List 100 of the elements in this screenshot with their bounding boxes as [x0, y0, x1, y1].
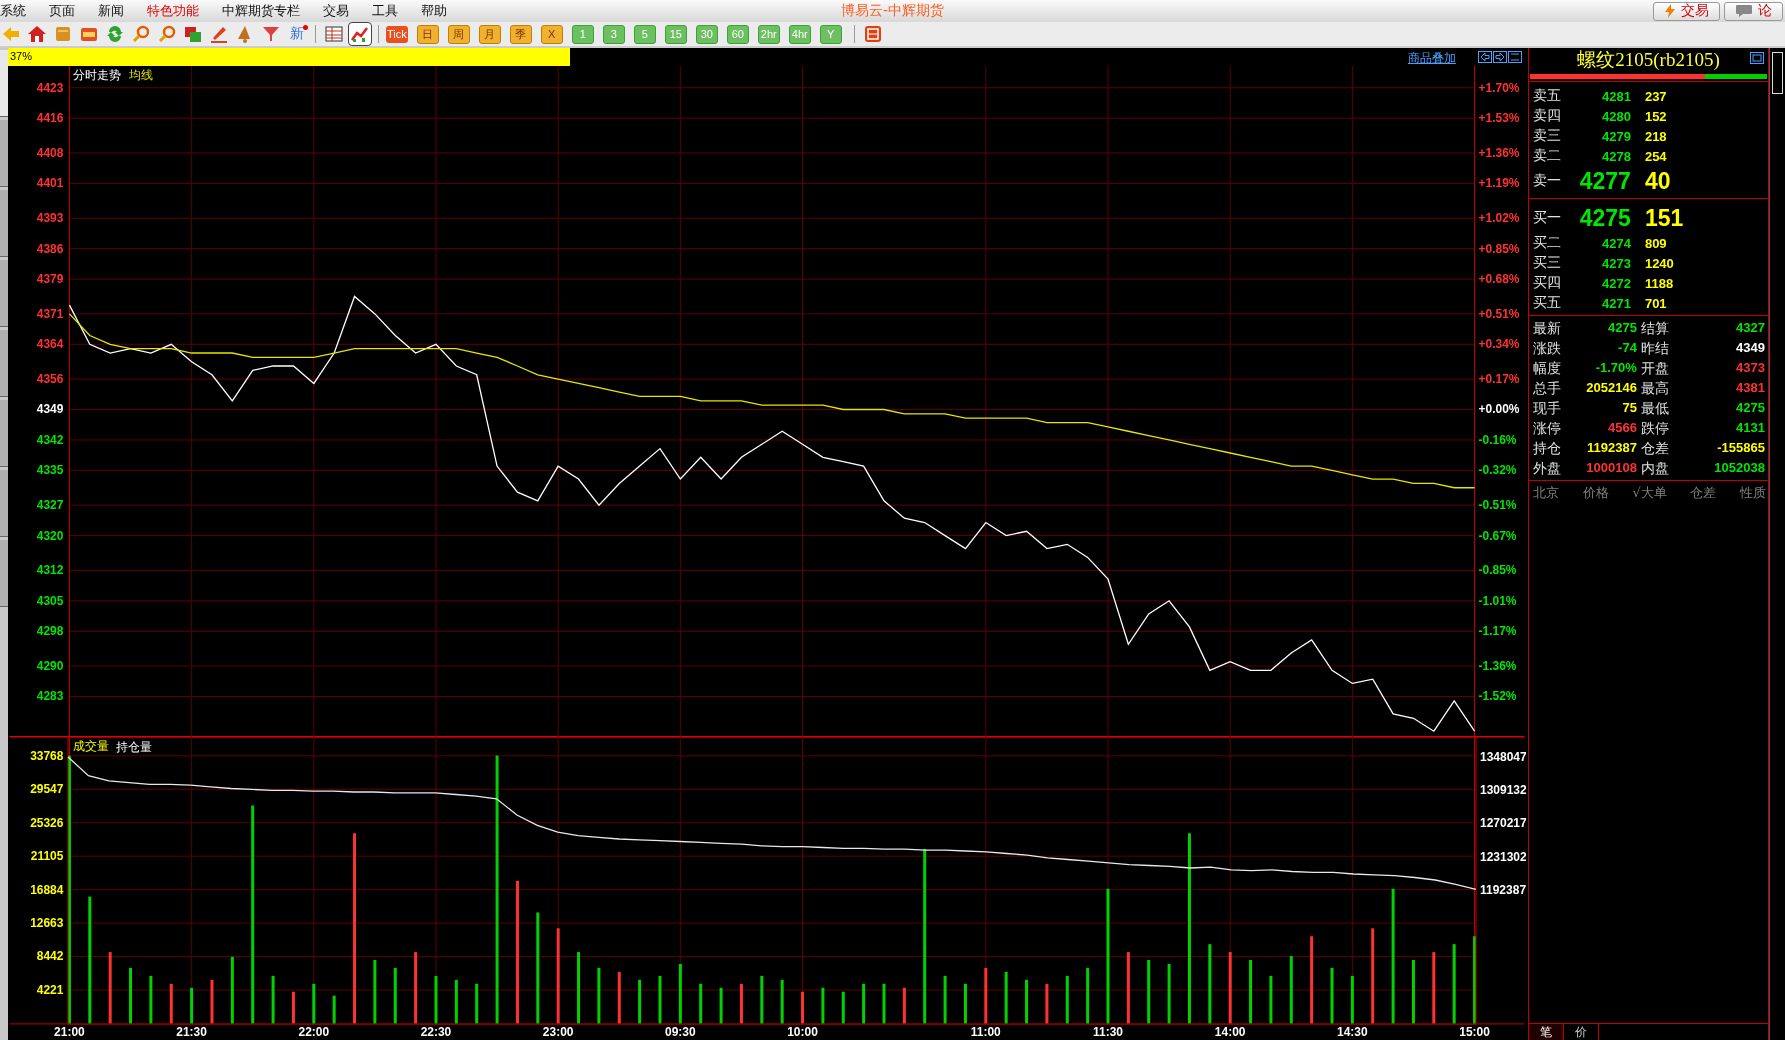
period-button[interactable]: X: [540, 24, 563, 44]
level-label: 买三: [1531, 254, 1562, 272]
window-title: 博易云-中辉期货: [840, 2, 945, 20]
volume-bar: [1086, 967, 1090, 1024]
zoom-in-icon[interactable]: [130, 23, 152, 45]
forum-button[interactable]: 论: [1724, 1, 1783, 21]
speech-bubble-icon: [1735, 4, 1753, 18]
volume-bar: [638, 979, 642, 1024]
price-label: 4423: [36, 80, 64, 95]
volume-label: 12663: [30, 915, 64, 930]
overlay-link[interactable]: 商品叠加: [1407, 50, 1456, 67]
price-label: 4335: [36, 463, 64, 478]
open-interest-label: 1192387: [1479, 882, 1526, 897]
legend-label: 均线: [129, 67, 154, 82]
volume-bar: [1248, 959, 1252, 1024]
time-label: 22:00: [298, 1025, 329, 1039]
stat-label: 最低: [1639, 399, 1670, 417]
lightning-icon: [1664, 4, 1676, 18]
window-icon[interactable]: [1507, 51, 1522, 63]
menu-item[interactable]: 中辉期货专栏: [210, 2, 311, 20]
volume-bar: [984, 967, 988, 1024]
price-label: 4416: [36, 111, 64, 126]
volume-bar: [190, 987, 193, 1024]
volume-label: 33768: [30, 748, 64, 763]
volume-bar: [291, 991, 295, 1024]
menu-item[interactable]: 帮助: [409, 2, 458, 20]
volume-bar: [169, 983, 173, 1024]
price-label: 4342: [36, 432, 64, 447]
panel-tab[interactable]: 价: [1563, 1024, 1599, 1040]
trade-button[interactable]: 交易: [1653, 1, 1720, 21]
column-header: 仓差: [1690, 484, 1717, 502]
column-header: 性质: [1740, 484, 1767, 502]
new-button[interactable]: 新: [286, 25, 308, 43]
scrollbar[interactable]: [1769, 48, 1785, 1040]
left-arrow-icon[interactable]: [1477, 51, 1492, 63]
open-interest-label: 1309132: [1479, 783, 1526, 798]
bid-price: 4275: [1578, 204, 1631, 232]
period-button[interactable]: Tick: [386, 25, 408, 43]
stat-value: 2052146: [1585, 379, 1637, 397]
stat-label: 最新: [1531, 319, 1562, 337]
zoom-out-icon[interactable]: [156, 23, 178, 45]
price-label: 4401: [36, 176, 64, 191]
volume-bar: [230, 956, 234, 1024]
menu-item[interactable]: 页面: [37, 2, 86, 20]
column-header: 价格: [1582, 484, 1609, 502]
volume-bar: [841, 991, 845, 1024]
period-button[interactable]: 周: [447, 24, 470, 44]
volume-bar: [882, 983, 886, 1024]
home-icon[interactable]: [26, 23, 48, 45]
stat-label: 昨结: [1639, 339, 1670, 357]
stat-label: 总手: [1531, 379, 1562, 397]
stat-label: 内盘: [1639, 459, 1670, 477]
bid-price: 4273: [1601, 255, 1631, 271]
chart-icon[interactable]: [349, 23, 371, 45]
percent-label: +0.34%: [1478, 337, 1520, 352]
time-label: 11:30: [1092, 1025, 1123, 1039]
bid-volume: 1240: [1643, 255, 1675, 271]
volume-label: 8442: [36, 949, 64, 964]
price-label: 4371: [36, 306, 64, 321]
table-icon[interactable]: [323, 23, 345, 45]
bid-price: 4274: [1601, 235, 1631, 251]
time-label: 21:30: [176, 1025, 207, 1039]
stat-value: 1000108: [1585, 459, 1637, 477]
column-header: √大单: [1632, 484, 1667, 502]
percent-label: -0.51%: [1478, 498, 1517, 513]
volume-bar: [780, 979, 784, 1024]
period-button[interactable]: 季: [509, 24, 532, 44]
volume-bar: [271, 975, 275, 1024]
stat-value: 1052038: [1713, 459, 1765, 477]
percent-label: +0.17%: [1478, 372, 1520, 387]
contract-title: 螺纹2105(rb2105): [1577, 48, 1720, 72]
period-button[interactable]: 日: [416, 24, 439, 44]
volume-bar: [719, 987, 723, 1024]
menu-item[interactable]: 特色功能: [135, 2, 210, 20]
stat-label: 开盘: [1639, 359, 1670, 377]
menu-item[interactable]: 系统: [0, 2, 37, 20]
percent-label: +0.00%: [1478, 402, 1520, 417]
volume-label: 4221: [36, 982, 64, 997]
volume-bar: [1269, 975, 1273, 1024]
ask-volume: 254: [1643, 148, 1668, 164]
stat-label: 结算: [1639, 319, 1670, 337]
menu-item[interactable]: 工具: [360, 2, 409, 20]
menu-item[interactable]: 交易: [311, 2, 360, 20]
percent-label: -0.16%: [1478, 432, 1517, 447]
stat-label: 现手: [1531, 399, 1562, 417]
volume-bar: [739, 983, 743, 1024]
volume-label: 16884: [30, 882, 64, 897]
maximize-icon[interactable]: [1750, 52, 1765, 64]
volume-bar: [1004, 971, 1008, 1024]
right-arrow-icon[interactable]: [1492, 51, 1507, 63]
menu-item[interactable]: 新闻: [86, 2, 135, 20]
time-label: 11:00: [970, 1025, 1001, 1039]
volume-bar: [312, 983, 316, 1024]
bid-volume: 809: [1643, 235, 1668, 251]
period-button[interactable]: 月: [478, 24, 501, 44]
level-label: 卖三: [1531, 127, 1562, 145]
legend-label: 分时走势: [73, 67, 122, 82]
panel-tab[interactable]: 笔: [1528, 1024, 1564, 1040]
stat-value: 75: [1621, 399, 1637, 417]
percent-label: -1.36%: [1478, 659, 1517, 674]
